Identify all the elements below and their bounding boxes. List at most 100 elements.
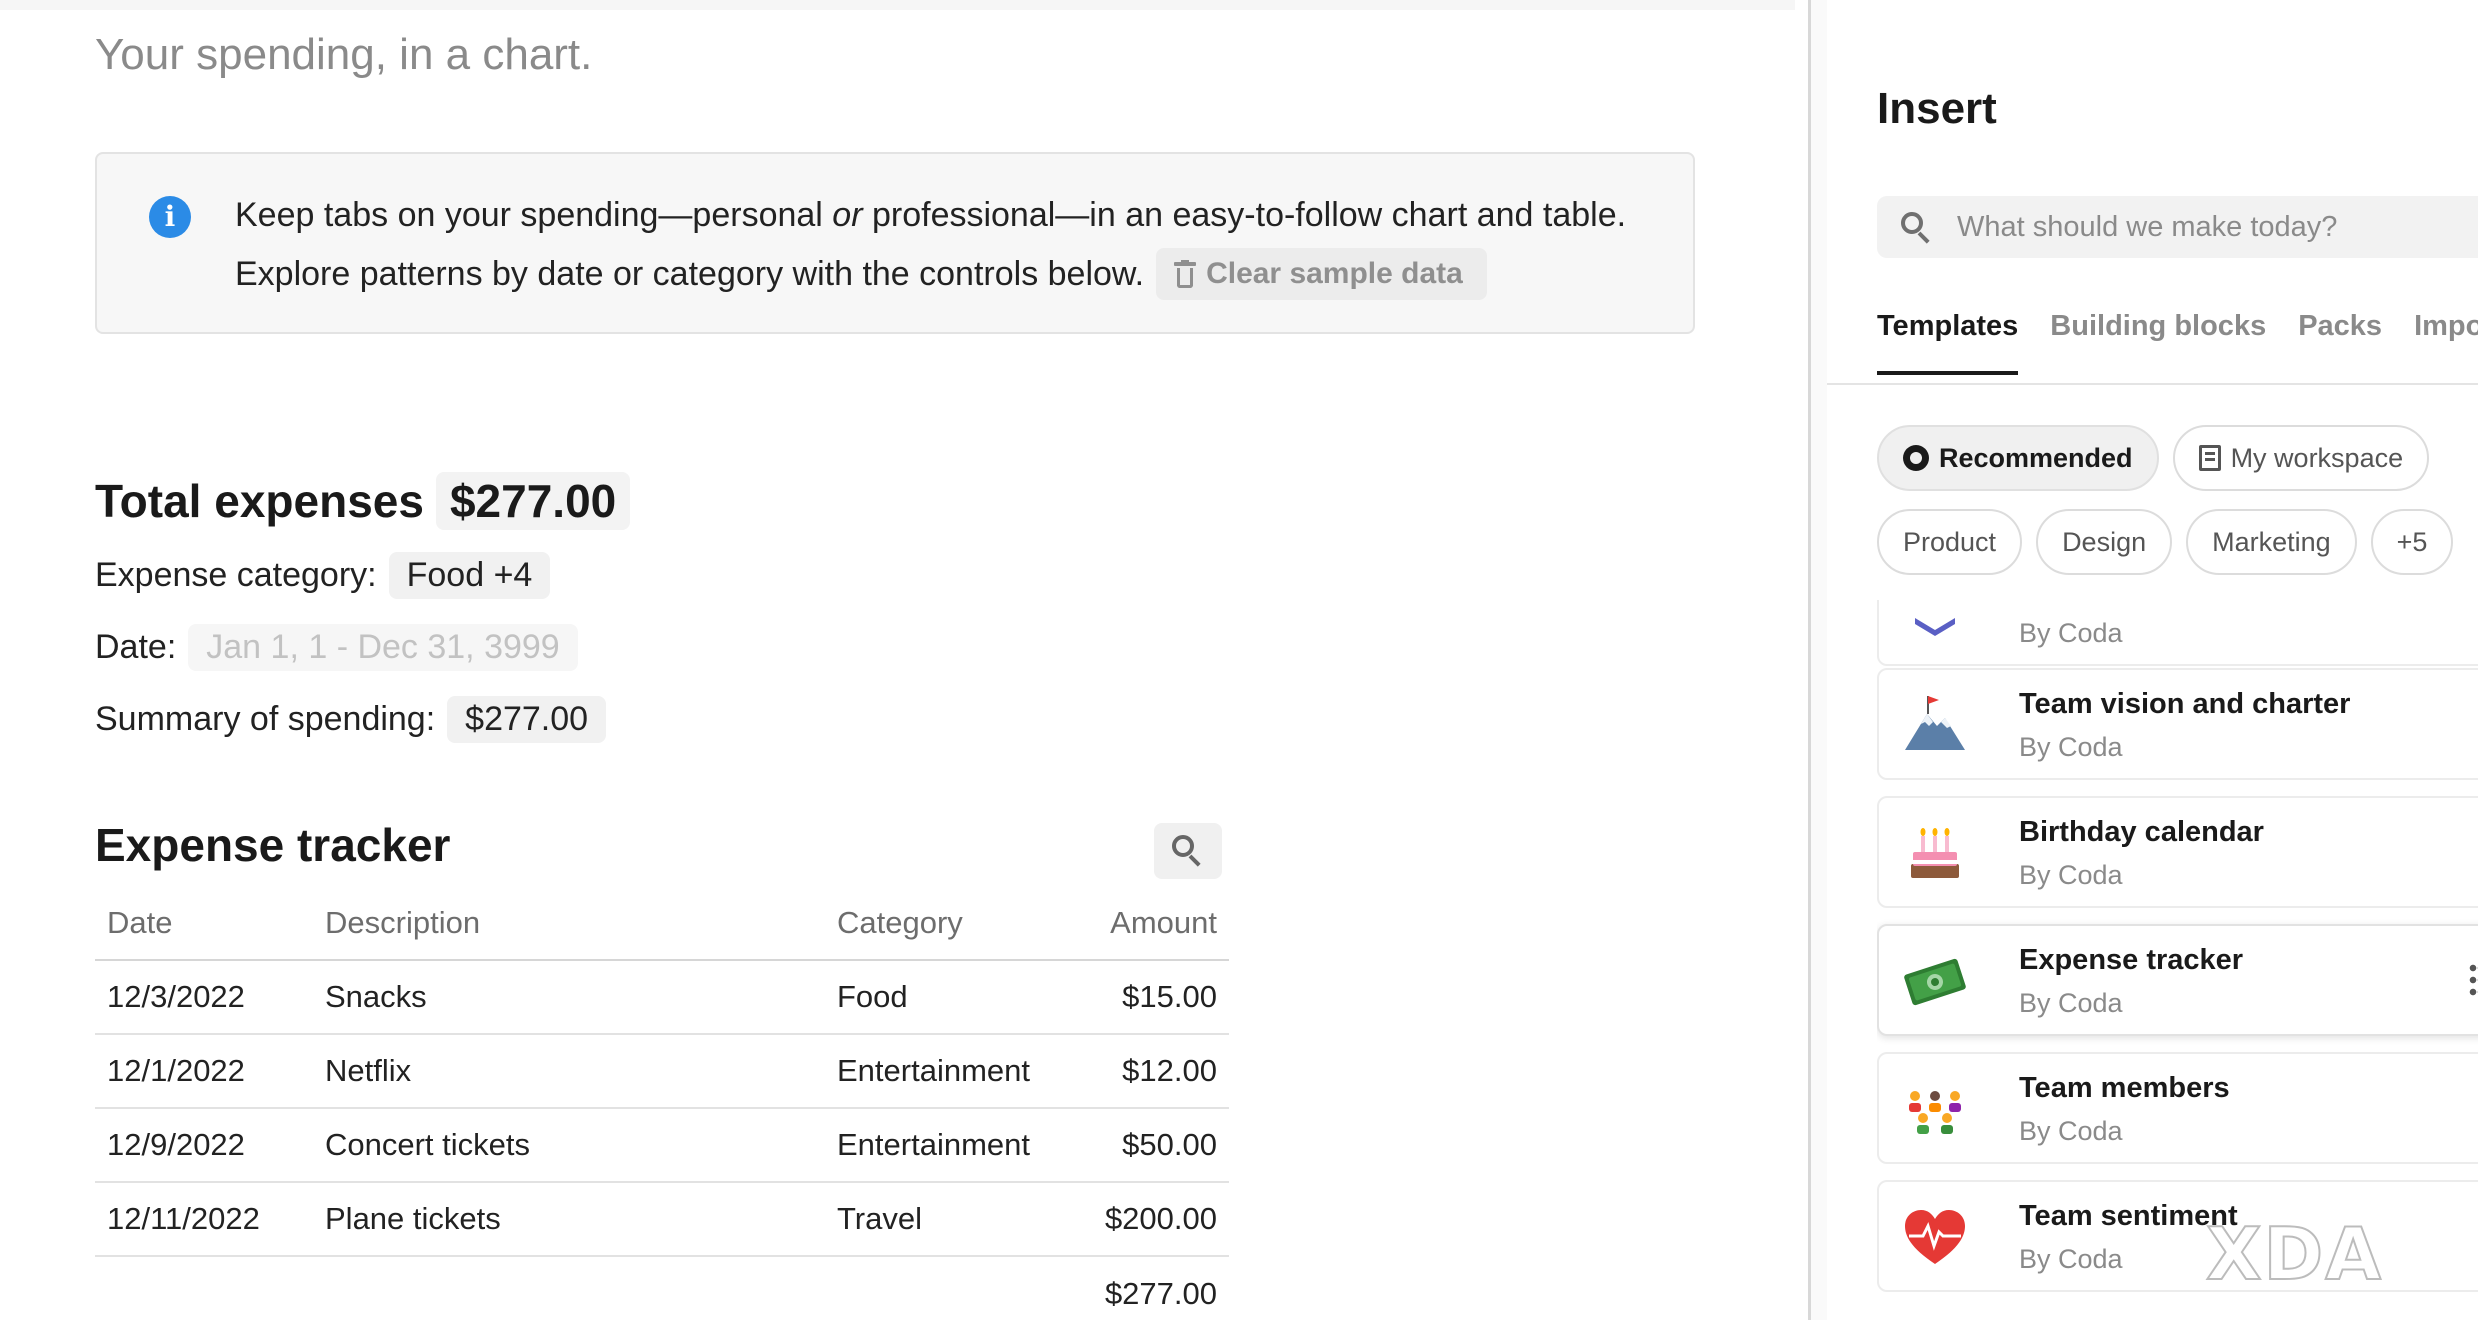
clear-sample-data-button[interactable]: Clear sample data xyxy=(1156,248,1487,300)
callout-text-line2: Explore patterns by date or category wit… xyxy=(235,248,1487,300)
drag-handle-icon[interactable] xyxy=(2469,962,2478,1000)
chip-design[interactable]: Design xyxy=(2036,509,2173,575)
cell-date[interactable]: 12/3/2022 xyxy=(95,960,313,1035)
insert-tabs: Templates Building blocks Packs Import xyxy=(1877,310,2478,375)
cell-amount[interactable]: $12.00 xyxy=(1081,1034,1229,1109)
cell-description[interactable]: Snacks xyxy=(313,960,825,1035)
money-icon xyxy=(1904,958,1966,1006)
template-name: Birthday calendar xyxy=(2019,816,2264,848)
tab-templates[interactable]: Templates xyxy=(1877,310,2019,375)
tabs-divider xyxy=(1827,383,2478,385)
callout-text-line1: Keep tabs on your spending—personal or p… xyxy=(235,196,1627,234)
badge-icon xyxy=(1903,445,1929,471)
category-filter-label: Expense category: xyxy=(95,556,377,594)
cell-category[interactable]: Entertainment xyxy=(825,1108,1081,1183)
template-card-expense-tracker[interactable]: Expense tracker By Coda xyxy=(1877,924,2478,1036)
cell-description[interactable]: Concert tickets xyxy=(313,1108,825,1183)
template-name: Team vision and charter xyxy=(2019,688,2351,720)
building-icon xyxy=(2198,445,2221,471)
filter-chips-row2: Product Design Marketing +5 xyxy=(1877,509,2454,575)
chip-marketing[interactable]: Marketing xyxy=(2186,509,2357,575)
cell-date[interactable]: 12/9/2022 xyxy=(95,1108,313,1183)
total-expenses-label: Total expenses xyxy=(95,475,424,527)
expense-table: Date Description Category Amount 12/3/20… xyxy=(95,886,1229,1320)
search-icon xyxy=(1901,212,1931,244)
cell-amount[interactable]: $15.00 xyxy=(1081,960,1229,1035)
page-subtitle: Your spending, in a chart. xyxy=(95,30,593,79)
template-card-birthday-calendar[interactable]: Birthday calendar By Coda xyxy=(1877,796,2478,908)
table-header-row: Date Description Category Amount xyxy=(95,886,1229,961)
info-callout: i Keep tabs on your spending—personal or… xyxy=(95,152,1695,334)
template-author: By Coda xyxy=(2019,1244,2123,1274)
template-name: Expense tracker xyxy=(2019,944,2244,976)
pane-gutter xyxy=(1811,0,1827,1320)
template-card-team-members[interactable]: Team members By Coda xyxy=(1877,1052,2478,1164)
table-row[interactable]: 12/3/2022 Snacks Food $15.00 xyxy=(95,960,1229,1035)
doc-top-bar xyxy=(0,0,1795,10)
column-header-category[interactable]: Category xyxy=(825,886,1081,961)
cell-amount[interactable]: $200.00 xyxy=(1081,1182,1229,1257)
people-icon xyxy=(1909,1091,1961,1134)
template-card[interactable]: By Coda xyxy=(1877,600,2478,666)
cell-date[interactable]: 12/1/2022 xyxy=(95,1034,313,1109)
tab-packs[interactable]: Packs xyxy=(2298,310,2382,375)
trash-icon xyxy=(1174,260,1197,288)
cell-description[interactable]: Plane tickets xyxy=(313,1182,825,1257)
date-filter-label: Date: xyxy=(95,628,177,666)
template-name: Team members xyxy=(2019,1072,2230,1104)
column-header-date[interactable]: Date xyxy=(95,886,313,961)
document-canvas: Your spending, in a chart. i Keep tabs o… xyxy=(0,0,1810,1320)
template-author: By Coda xyxy=(2019,1116,2123,1146)
cell-category[interactable]: Entertainment xyxy=(825,1034,1081,1109)
template-search-box[interactable] xyxy=(1877,196,2478,258)
table-row[interactable]: 12/11/2022 Plane tickets Travel $200.00 xyxy=(95,1182,1229,1257)
category-filter: Expense category: Food +4 xyxy=(95,552,551,599)
search-icon xyxy=(1172,835,1202,867)
table-total-amount: $277.00 xyxy=(1104,1275,1217,1311)
xda-watermark-logo: XDA xyxy=(2205,1211,2383,1297)
table-search-button[interactable] xyxy=(1154,823,1222,879)
cell-amount[interactable]: $50.00 xyxy=(1081,1108,1229,1183)
heart-pulse-icon xyxy=(1905,1210,1965,1264)
cell-description[interactable]: Netflix xyxy=(313,1034,825,1109)
chip-product[interactable]: Product xyxy=(1877,509,2023,575)
template-card-team-vision[interactable]: Team vision and charter By Coda xyxy=(1877,668,2478,780)
column-header-description[interactable]: Description xyxy=(313,886,825,961)
table-row[interactable]: 12/9/2022 Concert tickets Entertainment … xyxy=(95,1108,1229,1183)
spending-summary: Summary of spending: $277.00 xyxy=(95,696,607,743)
table-row[interactable]: 12/1/2022 Netflix Entertainment $12.00 xyxy=(95,1034,1229,1109)
cell-category[interactable]: Food xyxy=(825,960,1081,1035)
tab-building-blocks[interactable]: Building blocks xyxy=(2050,310,2266,375)
template-search-input[interactable] xyxy=(1957,204,2477,250)
cell-date[interactable]: 12/11/2022 xyxy=(95,1182,313,1257)
template-author: By Coda xyxy=(2019,988,2123,1018)
info-icon: i xyxy=(149,196,191,238)
category-filter-select[interactable]: Food +4 xyxy=(388,552,551,599)
chip-recommended[interactable]: Recommended xyxy=(1877,425,2159,491)
template-author: By Coda xyxy=(2019,618,2123,648)
date-range-picker[interactable]: Jan 1, 1 - Dec 31, 3999 xyxy=(188,624,578,671)
template-list: By Coda Team vision and charter By Coda xyxy=(1877,600,2478,1320)
cell-category[interactable]: Travel xyxy=(825,1182,1081,1257)
column-header-amount[interactable]: Amount xyxy=(1081,886,1229,961)
tab-import[interactable]: Import xyxy=(2414,310,2478,375)
date-filter: Date: Jan 1, 1 - Dec 31, 3999 xyxy=(95,624,578,671)
expense-tracker-title: Expense tracker xyxy=(95,819,451,871)
total-expenses: Total expenses $277.00 xyxy=(95,472,631,530)
chip-my-workspace[interactable]: My workspace xyxy=(2172,425,2430,491)
spending-summary-label: Summary of spending: xyxy=(95,700,436,738)
template-card-team-sentiment[interactable]: Team sentiment By Coda xyxy=(1877,1180,2478,1292)
filter-chips-row1: Recommended My workspace xyxy=(1877,425,2430,491)
template-author: By Coda xyxy=(2019,860,2123,890)
template-author: By Coda xyxy=(2019,732,2123,762)
birthday-cake-icon xyxy=(1911,828,1959,878)
insert-panel: Insert Templates Building blocks Packs I… xyxy=(1827,0,2478,1320)
total-expenses-value[interactable]: $277.00 xyxy=(435,472,631,530)
insert-panel-title: Insert xyxy=(1877,84,1997,133)
partial-icon xyxy=(1915,618,1955,636)
chip-more[interactable]: +5 xyxy=(2370,509,2454,575)
spending-summary-value[interactable]: $277.00 xyxy=(447,696,607,743)
template-name: Team sentiment xyxy=(2019,1200,2238,1232)
mountain-flag-icon xyxy=(1905,696,1965,750)
table-total-row: $277.00 xyxy=(95,1256,1229,1320)
